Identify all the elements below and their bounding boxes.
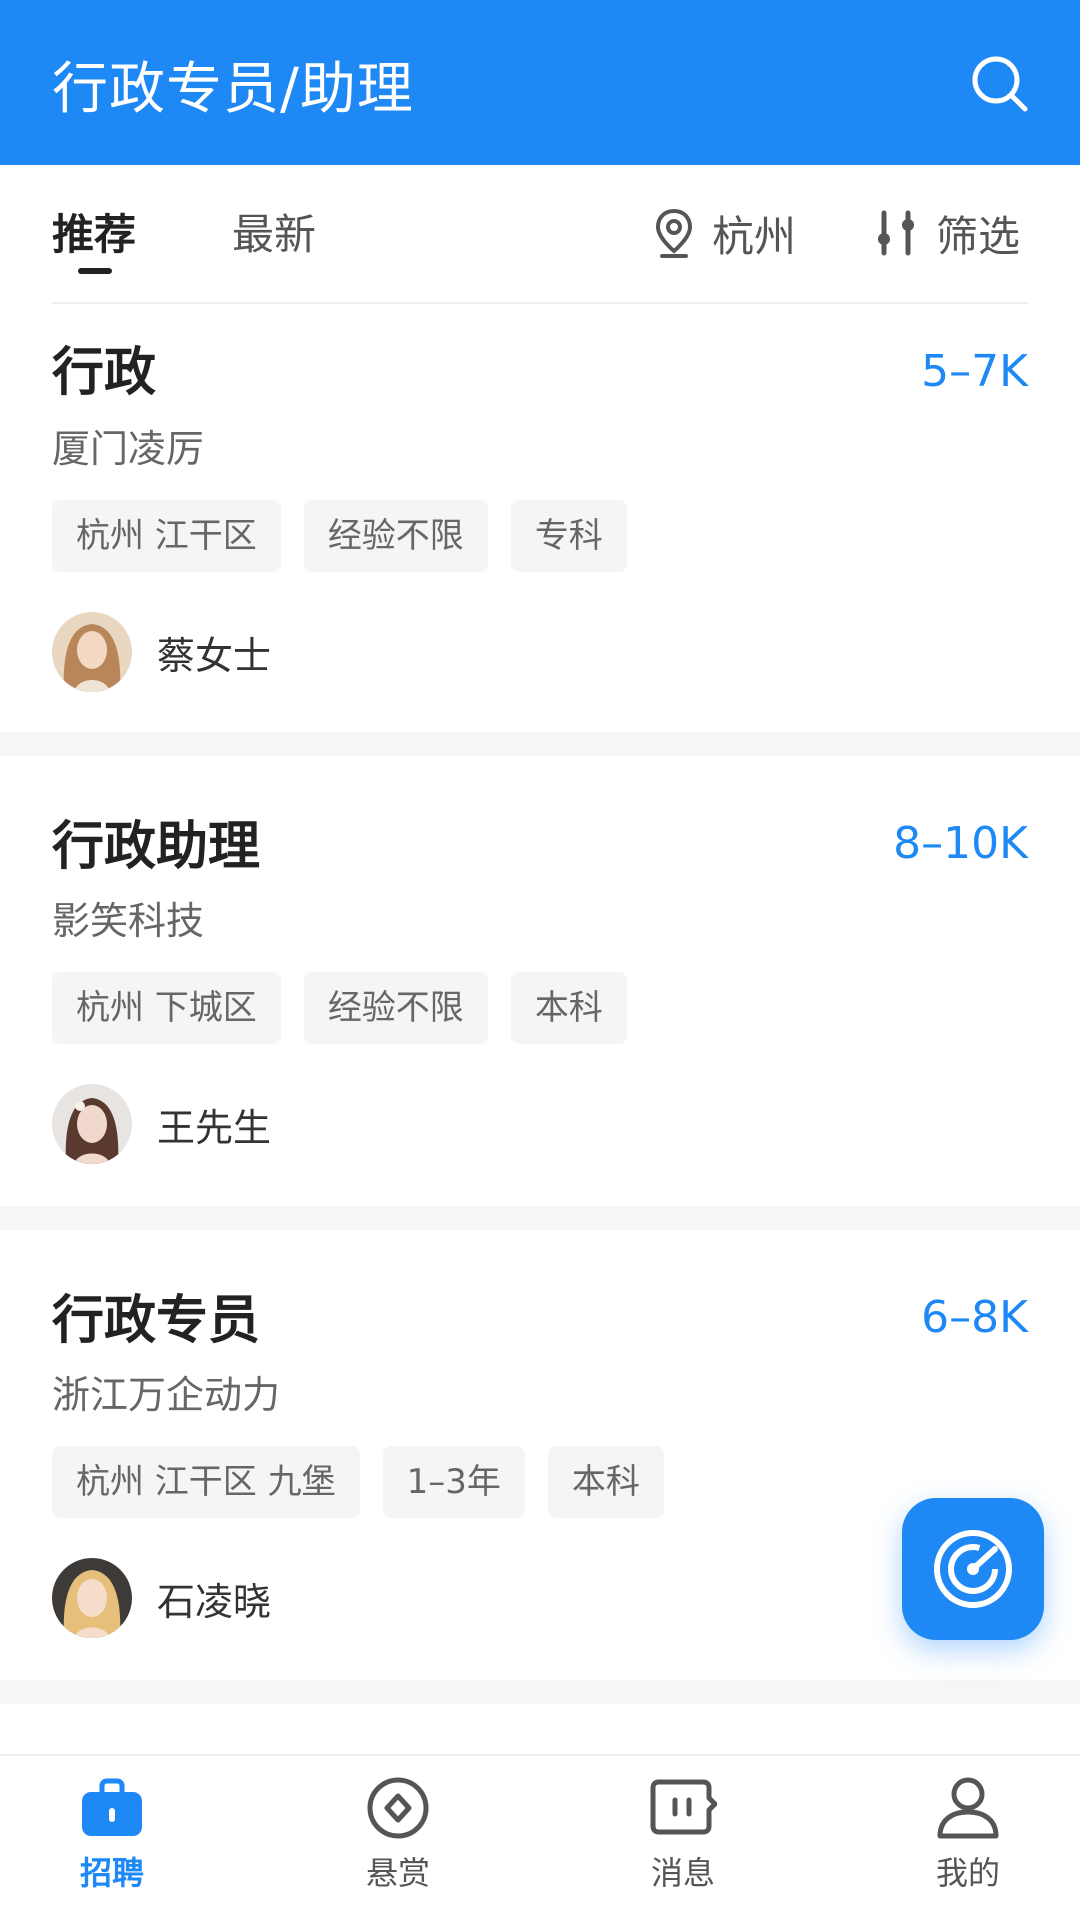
job-card[interactable]: 行政助理 8–10K 影笑科技 杭州 下城区 经验不限 本科 王先生 [0, 756, 1080, 1206]
tag-experience: 1–3年 [382, 1446, 525, 1518]
recruiter-info: 王先生 [52, 1084, 271, 1164]
page-title: 行政专员/助理 [52, 57, 414, 122]
nav-label: 我的 [935, 1854, 1000, 1892]
tag-location: 杭州 江干区 [52, 500, 281, 572]
message-icon [650, 1779, 717, 1835]
company-name: 浙江万企动力 [52, 1373, 281, 1417]
radar-fab-button[interactable] [902, 1498, 1044, 1640]
recruiter-name: 王先生 [157, 1105, 272, 1150]
bottom-navigation: 招聘 悬赏 消息 我的 [0, 1754, 1080, 1922]
reward-icon [367, 1777, 429, 1839]
job-salary: 5–7K [921, 346, 1028, 397]
recruiter-name: 蔡女士 [157, 633, 272, 678]
nav-label: 消息 [650, 1854, 715, 1892]
location-pin-icon [655, 208, 693, 258]
avatar [52, 1558, 132, 1638]
avatar [52, 1084, 132, 1164]
card-separator [0, 1680, 1080, 1704]
card-separator [0, 732, 1080, 756]
tag-experience: 经验不限 [303, 972, 488, 1044]
recruiter-info: 石凌晓 [52, 1558, 271, 1638]
radar-icon [934, 1530, 1012, 1608]
filter-sliders-icon [878, 210, 914, 256]
briefcase-icon [82, 1778, 142, 1836]
tab-latest[interactable]: 最新 [232, 201, 316, 262]
job-title: 行政专员 [52, 1291, 261, 1351]
nav-item-recruit[interactable]: 招聘 [42, 1774, 182, 1904]
tab-recommended[interactable]: 推荐 [52, 201, 136, 262]
nav-item-profile[interactable]: 我的 [898, 1774, 1038, 1904]
location-label: 杭州 [712, 211, 797, 261]
job-salary: 6–8K [921, 1292, 1028, 1343]
profile-icon [937, 1777, 999, 1839]
nav-label: 招聘 [79, 1854, 144, 1892]
nav-label: 悬赏 [365, 1854, 430, 1892]
nav-item-reward[interactable]: 悬赏 [328, 1774, 468, 1904]
company-name: 影笑科技 [52, 899, 205, 943]
filter-label: 筛选 [936, 211, 1021, 261]
filter-button[interactable]: 筛选 [876, 203, 1020, 263]
job-title: 行政助理 [52, 817, 261, 877]
job-tags: 杭州 江干区 九堡 1–3年 本科 [52, 1446, 664, 1518]
tag-location: 杭州 下城区 [52, 972, 281, 1044]
job-title: 行政 [52, 343, 157, 403]
active-tab-indicator [78, 268, 112, 274]
tag-education: 本科 [510, 972, 627, 1044]
tag-location: 杭州 江干区 九堡 [52, 1446, 360, 1518]
tag-education: 本科 [547, 1446, 664, 1518]
app-header: 行政专员/助理 [0, 0, 1080, 165]
job-salary: 8–10K [893, 818, 1028, 869]
nav-item-messages[interactable]: 消息 [613, 1774, 753, 1904]
card-separator [0, 1206, 1080, 1230]
job-tags: 杭州 江干区 经验不限 专科 [52, 500, 627, 572]
job-card[interactable]: 行政 5–7K 厦门凌厉 杭州 江干区 经验不限 专科 蔡女士 [0, 304, 1080, 732]
recruiter-name: 石凌晓 [157, 1579, 272, 1624]
tag-education: 专科 [510, 500, 627, 572]
search-icon[interactable] [970, 54, 1030, 114]
company-name: 厦门凌厉 [52, 427, 205, 471]
location-selector[interactable]: 杭州 [654, 203, 796, 263]
job-tags: 杭州 下城区 经验不限 本科 [52, 972, 627, 1044]
recruiter-info: 蔡女士 [52, 612, 271, 692]
tag-experience: 经验不限 [303, 500, 488, 572]
avatar [52, 612, 132, 692]
